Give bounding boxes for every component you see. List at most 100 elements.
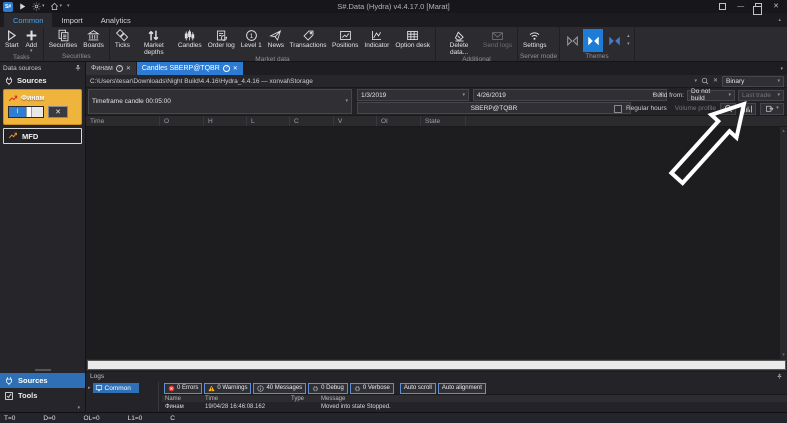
log-row[interactable]: Финам19/04/28 16:46:08.162Moved into sta…	[162, 402, 787, 411]
order-log-button[interactable]: Order log	[205, 28, 238, 49]
finam-source-card[interactable]: Финам I ✕	[3, 89, 82, 125]
panel-splitter[interactable]	[35, 369, 51, 371]
status-bar: T=0D=0OL=0L1=0C	[0, 412, 787, 423]
grid-column-v[interactable]: V	[334, 116, 377, 126]
ribbon-tab-common[interactable]: Common	[4, 13, 52, 27]
logs-source-tree: ▸ Common	[86, 381, 158, 412]
quick-settings-button[interactable]: ▾	[32, 2, 45, 11]
theme-blue-button[interactable]	[604, 29, 624, 52]
restore-button[interactable]	[755, 3, 762, 10]
export-button[interactable]: ▾	[760, 103, 784, 115]
clear-icon[interactable]: ✕	[713, 78, 718, 84]
tab-candles-sberp[interactable]: Candles SBERP@TQBR ? ✕	[137, 62, 243, 75]
vertical-scrollbar[interactable]: ▴ ▾	[780, 127, 787, 359]
verbose-filter-button[interactable]: 0 Verbose	[350, 383, 394, 394]
chevron-down-icon[interactable]: ▾	[694, 79, 697, 84]
auto-scroll-toggle[interactable]: Auto scroll	[400, 383, 436, 394]
expander-icon[interactable]: ▸	[88, 385, 91, 391]
logs-column-type[interactable]: Type	[288, 395, 318, 402]
boards-button[interactable]: Boards	[80, 28, 107, 49]
scrollbar-thumb[interactable]	[87, 360, 786, 370]
close-button[interactable]: ✕	[773, 3, 779, 10]
grid-column-c[interactable]: C	[290, 116, 334, 126]
quick-home-button[interactable]: ▾	[50, 2, 63, 11]
errors-filter-button[interactable]: 0 Errors	[164, 383, 202, 394]
news-button[interactable]: News	[265, 28, 287, 49]
logs-column-time[interactable]: Time	[202, 395, 288, 402]
auto-alignment-toggle[interactable]: Auto alignment	[438, 383, 486, 394]
close-icon[interactable]: ✕	[126, 66, 131, 72]
positions-button[interactable]: Positions	[329, 28, 361, 49]
ribbon-tab-import[interactable]: Import	[52, 13, 91, 27]
question-icon[interactable]: ?	[223, 65, 230, 72]
app-logo-icon[interactable]: S#	[3, 2, 13, 12]
nav-overflow-button[interactable]: ▾	[77, 405, 80, 411]
question-icon[interactable]: ?	[116, 65, 123, 72]
date-to-picker[interactable]: 4/26/2019 ▾ ✕	[473, 89, 667, 101]
theme-dark-button[interactable]	[583, 29, 603, 52]
candles-grid-body[interactable]: ▴ ▾	[86, 127, 787, 359]
logs-tree-item-common[interactable]: ▸ Common	[86, 382, 158, 394]
level1-button[interactable]: 1 Level 1	[238, 28, 265, 49]
candles-icon	[183, 28, 196, 42]
nav-sources[interactable]: Sources	[0, 373, 85, 388]
search-icon[interactable]	[701, 77, 709, 85]
build-from-select[interactable]: Do not build ▾	[687, 90, 735, 101]
date-from-picker[interactable]: 1/3/2019 ▾	[357, 89, 469, 101]
regular-hours-label: Regular hours	[626, 105, 667, 112]
messages-filter-button[interactable]: 40 Messages	[253, 383, 306, 394]
grid-column-time[interactable]: Time	[86, 116, 160, 126]
format-select[interactable]: Binary ▾	[722, 76, 784, 87]
finam-remove-button[interactable]: ✕	[48, 106, 68, 118]
tab-finam[interactable]: Финам ? ✕	[86, 62, 136, 75]
window-style-button[interactable]	[719, 3, 726, 10]
minimize-button[interactable]: —	[737, 3, 744, 10]
grid-column-l[interactable]: L	[247, 116, 290, 126]
logs-column-message[interactable]: Message	[318, 395, 787, 402]
sources-section-header: Sources	[0, 74, 85, 87]
grid-column-o[interactable]: O	[160, 116, 204, 126]
settings-button[interactable]: Settings	[520, 28, 550, 49]
regular-hours-checkbox[interactable]	[614, 105, 622, 113]
build-source-select[interactable]: Last trade ▾	[738, 90, 784, 101]
ribbon-collapse-button[interactable]: ▴	[778, 17, 781, 23]
tab-list-button[interactable]: ▾	[780, 66, 783, 72]
ticks-icon	[116, 28, 129, 42]
indicator-button[interactable]: Indicator	[361, 28, 392, 49]
delete-data-button[interactable]: Delete data...	[438, 28, 480, 56]
security-field[interactable]: SBERP@TQBR	[357, 102, 631, 114]
timeframe-select[interactable]: Timeframe candle 00:05:00 ▾	[88, 89, 352, 114]
mfd-label: MFD	[22, 132, 38, 141]
securities-button[interactable]: Securities	[46, 28, 81, 49]
nav-tools[interactable]: Tools	[0, 388, 85, 403]
logs-column-name[interactable]: Name	[162, 395, 202, 402]
pin-icon[interactable]	[776, 373, 783, 380]
grid-column-oi[interactable]: OI	[377, 116, 421, 126]
warnings-filter-button[interactable]: 0 Warnings	[204, 383, 251, 394]
grid-column-state[interactable]: State	[421, 116, 466, 126]
theme-gray-button[interactable]	[562, 29, 582, 52]
start-button[interactable]: Start	[2, 28, 22, 49]
debug-filter-button[interactable]: 0 Debug	[308, 383, 348, 394]
market-depths-button[interactable]: Market depths	[133, 28, 175, 56]
log-cell: Финам	[162, 402, 202, 411]
show-chart-button[interactable]	[740, 103, 756, 115]
ribbon-tab-analytics[interactable]: Analytics	[92, 13, 140, 27]
quick-start-button[interactable]	[18, 2, 27, 11]
find-candles-button[interactable]	[720, 103, 736, 115]
horizontal-scrollbar[interactable]	[86, 359, 787, 371]
quick-access-customize-button[interactable]: ▾	[67, 4, 70, 9]
add-button[interactable]: Add ▾	[22, 28, 41, 54]
storage-path[interactable]: C:\Users\tesar\Downloads\Night Build\4.4…	[86, 78, 691, 85]
send-logs-button[interactable]: Send logs	[480, 28, 515, 49]
grid-column-h[interactable]: H	[204, 116, 247, 126]
themes-scroll-buttons[interactable]: ▴▾	[625, 34, 632, 47]
transactions-button[interactable]: Transactions	[287, 28, 329, 49]
pin-icon[interactable]	[74, 64, 82, 72]
finam-enabled-toggle[interactable]: I	[8, 106, 44, 118]
close-icon[interactable]: ✕	[233, 66, 238, 72]
mfd-source-card[interactable]: MFD	[3, 128, 82, 144]
ticks-button[interactable]: Ticks	[112, 28, 133, 49]
candles-button[interactable]: Candles	[175, 28, 205, 49]
option-desk-button[interactable]: Option desk	[392, 28, 433, 49]
